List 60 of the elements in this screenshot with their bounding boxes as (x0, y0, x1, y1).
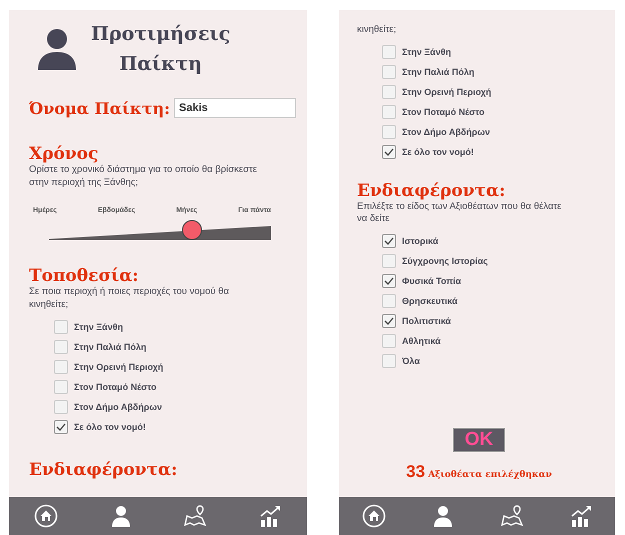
checkbox-label: Ιστορικά (402, 236, 438, 246)
checkbox-label: Στην Παλιά Πόλη (74, 342, 146, 352)
checkbox-label: Στην Ξάνθη (74, 322, 123, 332)
checkbox[interactable] (54, 340, 68, 354)
page-title: Παίκτη (118, 52, 203, 77)
checkbox-label: Φυσικά Τοπία (402, 276, 462, 286)
checkbox-label: Πολιτιστικά (402, 316, 451, 326)
checkbox-label: Όλα (402, 356, 420, 366)
checkbox[interactable] (382, 84, 396, 98)
checkbox-label: Θρησκευτικά (402, 296, 458, 306)
field-label: Όνομα Παίκτη: (29, 98, 170, 118)
section-heading: Τοποθεσία: (29, 266, 140, 286)
checkbox[interactable] (382, 334, 396, 348)
checkbox-label: Στον Δήμο Αβδήρων (402, 126, 490, 136)
slider-thumb[interactable] (182, 220, 202, 240)
checkbox-label: Σε όλο τον νομό! (74, 422, 146, 432)
checkbox[interactable] (382, 294, 396, 308)
checkbox-label: Στην Ορεινή Περιοχή (74, 362, 164, 372)
chart-icon[interactable] (258, 504, 282, 528)
checkbox[interactable] (54, 420, 68, 434)
checkbox[interactable] (54, 320, 68, 334)
section-heading: Ενδιαφέροντα: (357, 180, 506, 200)
checkbox-label: Στον Ποταμό Νέστο (74, 382, 157, 392)
checkbox[interactable] (382, 354, 396, 368)
checkbox[interactable] (54, 400, 68, 414)
checkbox[interactable] (382, 104, 396, 118)
checkbox-label: Αθλητικά (402, 336, 441, 346)
name-field[interactable]: Sakis (174, 98, 296, 118)
summary-text: Αξιοθέατα επιλέχθηκαν (428, 470, 552, 480)
section-description: Επιλέξτε το είδος των Αξιοθέατων που θα θέλατε να δείτε (357, 200, 562, 226)
checkbox-label: Στον Δήμο Αβδήρων (74, 402, 162, 412)
checkbox[interactable] (54, 380, 68, 394)
checkbox[interactable] (382, 124, 396, 138)
checkbox[interactable] (382, 144, 396, 158)
checkbox-label: Σε όλο τον νομό! (402, 146, 474, 156)
home-icon[interactable] (34, 504, 58, 528)
home-icon[interactable] (362, 504, 386, 528)
checkbox[interactable] (382, 274, 396, 288)
checkbox-label: Στην Ορεινή Περιοχή (402, 86, 492, 96)
selected-count: 33 (406, 462, 426, 482)
chart-icon[interactable] (568, 504, 592, 528)
checkbox-label: Στην Παλιά Πόλη (402, 66, 474, 76)
page-title: Προτιμήσεις (91, 22, 230, 47)
checkbox-label: Σύγχρονης Ιστορίας (402, 256, 488, 266)
checkbox[interactable] (382, 234, 396, 248)
checkbox[interactable] (382, 64, 396, 78)
checkbox[interactable] (382, 314, 396, 328)
checkbox[interactable] (382, 254, 396, 268)
checkbox[interactable] (382, 44, 396, 58)
checkbox[interactable] (54, 360, 68, 374)
checkbox-label: Στην Ξάνθη (402, 46, 451, 56)
map-icon[interactable] (183, 504, 208, 528)
user-avatar-icon (37, 28, 77, 70)
section-heading: Ενδιαφέροντα: (29, 460, 178, 480)
section-description: Σε ποια περιοχή ή ποιες περιοχές του νομού θα κινηθείτε; (29, 286, 230, 311)
section-description: Ορίστε το χρονικό διάστημα για το οποίο θα βρίσκεστε στην περιοχή της Ξάνθης; (29, 164, 258, 189)
checkbox-label: Στον Ποταμό Νέστο (402, 106, 485, 116)
section-description: κινηθείτε; (357, 24, 398, 36)
section-heading: Χρόνος (29, 144, 100, 164)
map-icon[interactable] (500, 504, 524, 528)
